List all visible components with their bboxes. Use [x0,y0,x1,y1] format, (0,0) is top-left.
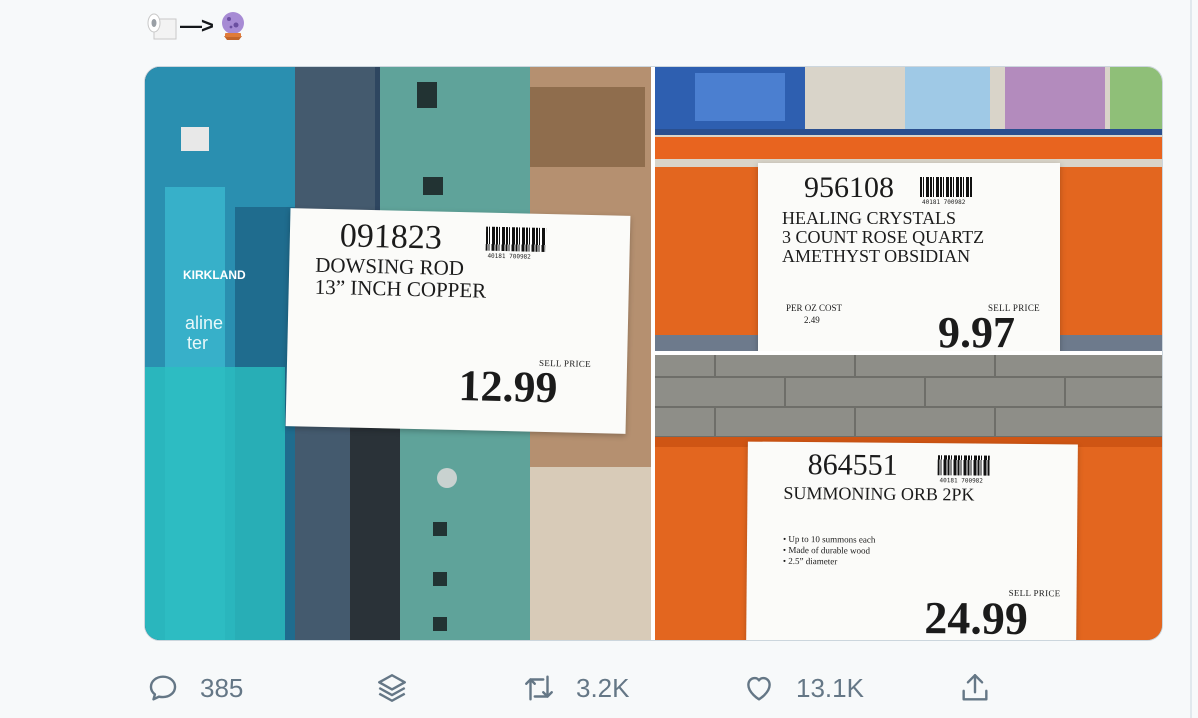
reply-button[interactable]: 385 [146,668,243,708]
photo-summoning-orb[interactable]: 864551 40181 700982 SUMMONING ORB 2PK • … [655,355,1162,640]
like-button[interactable]: 13.1K [742,668,864,708]
sku-number: 091823 [339,217,443,257]
photo-dowsing-rod[interactable]: KIRKLAND aline ter 091823 40181 700982 D… [145,67,651,640]
brand-text: KIRKLAND [183,268,246,282]
sku-number: 864551 [807,448,898,482]
share-button[interactable] [958,668,992,708]
brand-text: ter [187,333,208,353]
sell-price: 9.97 [938,308,1015,352]
product-description: DOWSING ROD 13” INCH COPPER [314,252,487,303]
sku-number: 956108 [804,171,894,204]
barcode [920,177,972,197]
heart-icon [747,676,771,701]
tweet-actions-bar: 385 3.2K 13.1K [0,668,1198,708]
retweet-button[interactable]: 3.2K [522,668,630,708]
sell-price: 24.99 [924,592,1029,640]
tweet-media-grid[interactable]: KIRKLAND aline ter 091823 40181 700982 D… [144,66,1163,641]
per-oz-cost-label: PER OZ COST [786,303,843,313]
toilet-paper-emoji-icon [144,9,178,43]
column-border [1190,0,1192,718]
price-sign: 864551 40181 700982 SUMMONING ORB 2PK • … [746,441,1078,640]
barcode-number: 40181 700982 [922,199,966,206]
product-bullets: • Up to 10 summons each • Made of durabl… [782,533,876,567]
crystal-ball-emoji-icon [217,10,249,42]
retweet-icon [525,675,553,701]
share-icon [962,674,988,701]
price-sign: 091823 40181 700982 DOWSING ROD 13” INCH… [285,208,631,434]
product-description: HEALING CRYSTALS 3 COUNT ROSE QUARTZ AME… [782,208,985,266]
arrow-text: —> [180,13,214,38]
retweet-count: 3.2K [576,672,630,703]
layers-icon [378,674,406,702]
reply-count: 385 [200,672,244,703]
product-description: SUMMONING ORB 2PK [783,482,975,505]
layers-button[interactable] [375,668,409,708]
brand-text: aline [185,313,223,333]
barcode [485,226,547,252]
like-count: 13.1K [796,672,864,703]
photo-healing-crystals[interactable]: 956108 40181 700982 HEALING CRYSTALS 3 C… [655,67,1162,351]
sell-price: 12.99 [457,361,559,413]
tweet-text: —> [144,6,249,46]
reply-icon [149,675,177,701]
barcode [937,455,990,476]
per-oz-cost-value: 2.49 [804,315,820,325]
barcode-number: 40181 700982 [487,252,531,261]
price-sign: 956108 40181 700982 HEALING CRYSTALS 3 C… [758,163,1060,351]
